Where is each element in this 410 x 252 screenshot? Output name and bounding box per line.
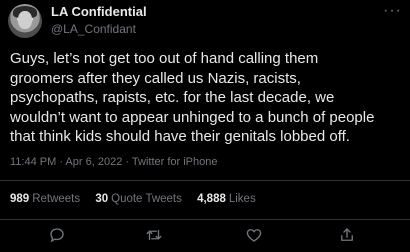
tweet: LA Confidential @LA_Confidant ··· Guys, … <box>0 0 410 252</box>
reply-icon[interactable] <box>48 226 68 246</box>
like-icon[interactable] <box>245 226 265 246</box>
avatar[interactable] <box>8 4 42 38</box>
avatar-face <box>18 11 32 29</box>
retweet-icon[interactable] <box>145 226 165 246</box>
likes-label[interactable]: Likes <box>229 193 256 205</box>
retweets-count[interactable]: 989 <box>10 193 29 205</box>
tweet-stats: 989 Retweets 30 Quote Tweets 4,888 Likes <box>10 193 268 205</box>
divider <box>0 180 410 181</box>
quote-tweets-count[interactable]: 30 <box>95 193 108 205</box>
display-name[interactable]: LA Confidential <box>51 4 147 19</box>
tweet-text: Guys, let’s not get too out of hand call… <box>10 50 375 145</box>
action-bar <box>0 226 410 246</box>
divider <box>0 219 410 220</box>
share-icon[interactable] <box>338 226 358 246</box>
more-options-icon[interactable]: ··· <box>383 2 402 20</box>
likes-count[interactable]: 4,888 <box>197 193 226 205</box>
user-handle[interactable]: @LA_Confidant <box>51 22 136 36</box>
tweet-meta[interactable]: 11:44 PM · Apr 6, 2022 · Twitter for iPh… <box>10 156 217 168</box>
retweets-label[interactable]: Retweets <box>32 193 80 205</box>
quote-tweets-label[interactable]: Quote Tweets <box>111 193 182 205</box>
